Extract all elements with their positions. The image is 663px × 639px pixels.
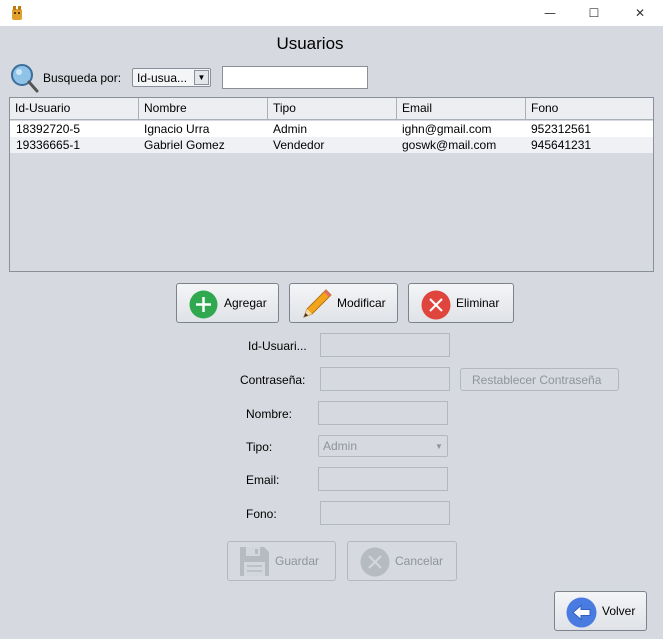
id-field[interactable] [320,333,450,357]
delete-button-label: Eliminar [456,296,500,310]
cell-email: ighn@gmail.com [402,122,492,136]
cell-id: 18392720-5 [16,122,81,136]
save-button[interactable]: Guardar [227,541,336,581]
cell-name: Ignacio Urra [144,122,210,136]
edit-button-label: Modificar [337,296,386,310]
password-field[interactable] [320,367,450,391]
search-field-value: Id-usua... [137,71,188,85]
chevron-down-icon[interactable]: ▼ [194,70,209,85]
cancel-button-label: Cancelar [395,554,444,568]
chevron-down-icon[interactable]: ▼ [432,438,446,454]
column-header-id[interactable]: Id-Usuario [10,98,139,119]
type-label: Tipo: [246,440,273,454]
floppy-disk-icon [240,547,269,576]
search-field-select[interactable]: Id-usua... ▼ [132,68,211,87]
cell-phone: 952312561 [531,122,592,136]
back-button-label: Volver [602,604,636,618]
cell-id: 19336665-1 [16,138,81,152]
type-select[interactable]: Admin ▼ [318,435,448,457]
edit-button[interactable]: Modificar [289,283,398,323]
email-label: Email: [246,473,280,487]
password-label: Contraseña: [240,373,306,387]
magnifier-icon [11,64,39,93]
add-button-label: Agregar [224,296,267,310]
save-button-label: Guardar [275,554,320,568]
cell-email: goswk@mail.com [402,138,497,152]
id-label: Id-Usuari... [248,339,307,353]
plus-icon [189,290,218,319]
cell-phone: 945641231 [531,138,592,152]
name-label: Nombre: [246,407,293,421]
name-field[interactable] [318,401,448,425]
maximize-button[interactable]: ☐ [571,0,617,26]
email-field[interactable] [318,467,448,491]
delete-button[interactable]: Eliminar [408,283,514,323]
cancel-button[interactable]: Cancelar [347,541,457,581]
cell-type: Vendedor [273,138,325,152]
column-header-name[interactable]: Nombre [139,98,268,119]
table-row[interactable]: 18392720-5 Ignacio Urra Admin ighn@gmail… [10,121,653,137]
delete-x-icon [421,290,451,320]
phone-label: Fono: [246,507,277,521]
search-by-label: Busqueda por: [43,71,122,85]
close-window-button[interactable]: ✕ [617,0,663,26]
column-header-email[interactable]: Email [397,98,526,119]
phone-field[interactable] [320,501,450,525]
table-header: Id-Usuario Nombre Tipo Email Fono [10,98,653,120]
cancel-x-icon [360,547,390,577]
type-select-value: Admin [323,439,358,453]
pencil-icon [303,289,332,318]
reset-password-label: Restablecer Contraseña [472,372,602,387]
cell-name: Gabriel Gomez [144,138,225,152]
page-title: Usuarios [276,34,344,53]
users-table[interactable]: Id-Usuario Nombre Tipo Email Fono 183927… [9,97,654,272]
cell-type: Admin [273,122,308,136]
table-row[interactable]: 19336665-1 Gabriel Gomez Vendedor goswk@… [10,137,653,153]
reset-password-button[interactable]: Restablecer Contraseña [460,368,619,391]
column-header-type[interactable]: Tipo [268,98,397,119]
add-button[interactable]: Agregar [176,283,279,323]
column-header-phone[interactable]: Fono [526,98,653,119]
search-input[interactable] [222,66,368,89]
back-arrow-icon [566,597,597,628]
minimize-button[interactable]: — [527,0,573,26]
back-button[interactable]: Volver [554,591,647,631]
app-icon [12,6,22,20]
